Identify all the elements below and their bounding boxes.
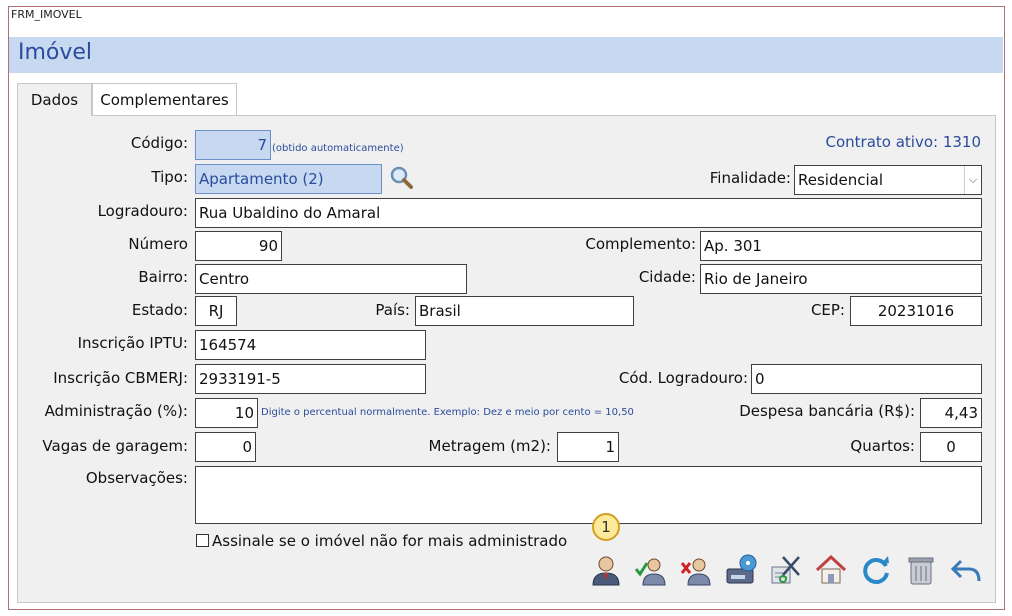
pais-label: País: (375, 301, 410, 319)
cod-logradouro-label: Cód. Logradouro: (618, 369, 748, 387)
iptu-field[interactable]: 164574 (195, 330, 426, 360)
administracao-hint: Digite o percentual normalmente. Exemplo… (261, 407, 634, 418)
cbmerj-field[interactable]: 2933191-5 (195, 364, 426, 394)
cep-label: CEP: (810, 301, 845, 319)
cep-field[interactable]: 20231016 (850, 296, 982, 326)
inactive-checkbox-label: Assinale se o imóvel não for mais admini… (212, 532, 568, 550)
codigo-field[interactable]: 7 (195, 130, 271, 160)
vagas-label: Vagas de garagem: (42, 437, 188, 455)
home-icon[interactable] (814, 553, 848, 587)
search-icon[interactable] (388, 164, 414, 190)
tab-complementares-label: Complementares (100, 91, 229, 109)
complemento-label: Complemento: (585, 235, 696, 253)
tipo-label: Tipo: (151, 168, 188, 186)
cbmerj-label: Inscrição CBMERJ: (53, 369, 188, 387)
tipo-field[interactable]: Apartamento (2) (195, 164, 382, 194)
inactive-checkbox[interactable] (196, 534, 209, 547)
bairro-label: Bairro: (138, 268, 188, 286)
save-disk-icon[interactable] (724, 553, 758, 587)
edit-scissors-icon[interactable] (769, 553, 803, 587)
remove-user-icon[interactable] (679, 553, 713, 587)
numero-field[interactable]: 90 (195, 231, 282, 261)
refresh-icon[interactable] (859, 553, 893, 587)
metragem-label: Metragem (m2): (428, 437, 551, 455)
trash-icon[interactable] (904, 553, 938, 587)
complemento-field[interactable]: Ap. 301 (700, 231, 982, 261)
despesa-field[interactable]: 4,43 (920, 398, 982, 428)
observacoes-field[interactable] (195, 466, 982, 524)
tab-dados-label: Dados (30, 91, 79, 109)
page-title: Imóvel (18, 40, 93, 65)
observacoes-label: Observações: (85, 469, 188, 487)
estado-label: Estado: (131, 301, 188, 319)
contract-status: Contrato ativo: 1310 (825, 133, 981, 151)
estado-field[interactable]: RJ (195, 296, 237, 326)
finalidade-value: Residencial (798, 171, 883, 189)
cidade-field[interactable]: Rio de Janeiro (700, 264, 982, 294)
administracao-field[interactable]: 10 (195, 398, 258, 428)
bairro-field[interactable]: Centro (195, 264, 467, 294)
codigo-label: Código: (130, 134, 188, 152)
quartos-label: Quartos: (850, 437, 915, 455)
window-title: FRM_IMOVEL (11, 8, 82, 21)
logradouro-field[interactable]: Rua Ubaldino do Amaral (195, 198, 982, 228)
quartos-field[interactable]: 0 (920, 432, 982, 462)
logradouro-label: Logradouro: (97, 202, 188, 220)
finalidade-select[interactable]: Residencial ⌵ (794, 165, 982, 195)
cidade-label: Cidade: (638, 268, 696, 286)
vagas-field[interactable]: 0 (195, 432, 256, 462)
cod-logradouro-field[interactable]: 0 (751, 364, 982, 394)
form-header: Imóvel (9, 37, 1003, 73)
owner-icon[interactable] (589, 553, 623, 587)
back-arrow-icon[interactable] (949, 553, 983, 587)
numero-label: Número (128, 235, 188, 253)
pais-field[interactable]: Brasil (415, 296, 634, 326)
chevron-down-icon[interactable]: ⌵ (964, 166, 981, 194)
approve-user-icon[interactable] (634, 553, 668, 587)
metragem-field[interactable]: 1 (557, 432, 619, 462)
codigo-hint: (obtido automaticamente) (272, 143, 404, 154)
iptu-label: Inscrição IPTU: (77, 334, 188, 352)
finalidade-label: Finalidade: (709, 169, 791, 187)
despesa-label: Despesa bancária (R$): (739, 402, 915, 420)
step-badge: 1 (592, 513, 620, 541)
tab-dados[interactable]: Dados (17, 83, 92, 116)
administracao-label: Administração (%): (44, 402, 188, 420)
tab-complementares[interactable]: Complementares (92, 83, 237, 115)
